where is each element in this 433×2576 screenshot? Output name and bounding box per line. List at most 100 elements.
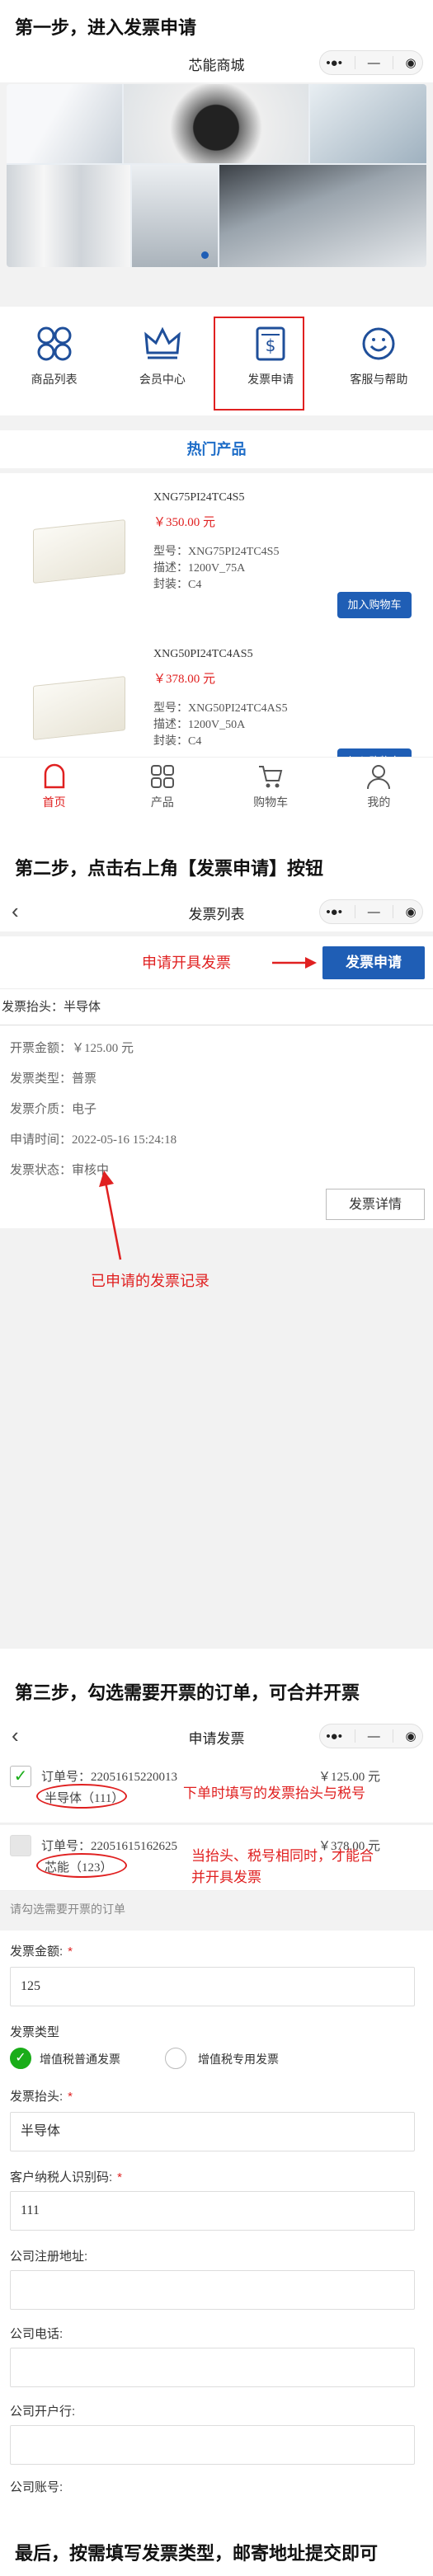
arrow-right-icon: [272, 957, 317, 969]
navbar: ‹ 发票列表 •●• — ◉: [0, 890, 433, 931]
invoice-type: 发票类型：普票: [10, 1072, 97, 1086]
product-image: [33, 676, 125, 740]
crown-icon: [144, 326, 181, 359]
screen-apply-invoice: ‹ 申请发票 •●• — ◉ ✓ 订单号：22051615220013 ￥125…: [0, 1715, 433, 2547]
address-input[interactable]: [10, 2270, 415, 2310]
step3-title: 第三步，勾选需要开票的订单，可合并开票: [15, 1683, 360, 1704]
phone-label: 公司电话:: [10, 2327, 64, 2341]
bank-label: 公司开户行:: [10, 2405, 76, 2419]
order-item[interactable]: 订单号：22051615162625 ￥378.00 元 芯能（123） 当抬头…: [0, 1825, 433, 1891]
tab-home[interactable]: 首页: [0, 758, 108, 816]
close-icon[interactable]: ◉: [405, 904, 416, 919]
banner-image: [310, 84, 426, 163]
amount-input[interactable]: 125: [10, 1967, 415, 2006]
product-package: 封装：C4: [153, 579, 202, 591]
annotation-title-tax: 下单时填写的发票抬头与税号: [183, 1785, 365, 1802]
apply-bar: 申请开具发票 发票申请: [0, 936, 433, 989]
minimize-icon[interactable]: —: [368, 905, 380, 919]
head-label: 发票抬头: *: [10, 2090, 73, 2104]
product-price: ￥350.00 元: [153, 516, 216, 529]
menu-label: 客服与帮助: [350, 373, 408, 386]
section-hot-products: 热门产品: [0, 430, 433, 468]
more-icon[interactable]: •●•: [326, 905, 342, 919]
product-price: ￥378.00 元: [153, 673, 216, 686]
highlight-ellipse: [36, 1784, 127, 1809]
tab-bar: 首页 产品 购物车 我的: [0, 757, 433, 816]
menu-label: 商品列表: [31, 373, 78, 386]
step4-title: 最后，按需填写发票类型，邮寄地址提交即可: [15, 2544, 379, 2564]
add-to-cart-button[interactable]: 加入购物车: [337, 592, 412, 618]
product-desc: 描述：1200V_75A: [153, 562, 246, 575]
miniapp-capsule[interactable]: •●• — ◉: [319, 1724, 423, 1748]
miniapp-capsule[interactable]: •●• — ◉: [319, 899, 423, 924]
tab-label: 产品: [150, 795, 174, 809]
product-desc: 描述：1200V_50A: [153, 719, 246, 731]
tab-cart[interactable]: 购物车: [217, 758, 325, 816]
highlight-ellipse: [36, 1853, 127, 1878]
bank-input[interactable]: [10, 2425, 415, 2465]
invoice-apply-button[interactable]: 发票申请: [322, 946, 425, 979]
navbar: ‹ 申请发票 •●• — ◉: [0, 1715, 433, 1756]
home-icon: [44, 763, 64, 789]
annotation-merge-line1: 当抬头、税号相同时，才能合: [191, 1848, 374, 1865]
menu-label: 会员中心: [139, 373, 186, 386]
order-checkbox[interactable]: ✓: [10, 1766, 31, 1787]
close-icon[interactable]: ◉: [405, 55, 416, 70]
tab-label: 我的: [367, 795, 391, 809]
menu-product-list[interactable]: 商品列表: [0, 307, 108, 415]
address-label: 公司注册地址:: [10, 2250, 88, 2264]
select-hint: 请勾选需要开票的订单: [10, 1903, 125, 1916]
product-image: [33, 519, 125, 584]
menu-customer-service[interactable]: 客服与帮助: [325, 307, 433, 415]
order-checkbox[interactable]: [10, 1835, 31, 1856]
account-label: 公司账号:: [10, 2480, 64, 2494]
product-title: XNG75PI24TC4S5: [153, 491, 245, 504]
minimize-icon[interactable]: —: [368, 1729, 380, 1743]
arrow-up-icon: [99, 1171, 122, 1260]
radio-special-invoice[interactable]: [165, 2048, 186, 2069]
miniapp-capsule[interactable]: •●• — ◉: [319, 50, 423, 75]
tab-label: 购物车: [253, 795, 289, 809]
cart-icon: [259, 766, 283, 788]
screen-invoice-list: ‹ 发票列表 •●• — ◉ 申请开具发票 发票申请 发票抬头：半导体 开票金额…: [0, 890, 433, 1649]
invoice-medium: 发票介质：电子: [10, 1103, 97, 1116]
tab-label: 首页: [42, 795, 66, 809]
order-number: 订单号：22051615162625: [41, 1840, 178, 1853]
head-input[interactable]: 半导体: [10, 2112, 415, 2151]
banner-image: [7, 165, 130, 267]
invoice-form: 发票金额: * 125 发票类型 ✓ 增值税普通发票 增值税专用发票 发票抬头: *…: [0, 1931, 433, 2547]
tab-mine[interactable]: 我的: [325, 758, 433, 816]
step2-title: 第二步，点击右上角【发票申请】按钮: [15, 859, 324, 880]
phone-input[interactable]: [10, 2348, 415, 2387]
navbar: 芯能商城 •●• — ◉: [0, 41, 433, 82]
product-model: 型号：XNG75PI24TC4S5: [153, 546, 280, 558]
annotation-record: 已申请的发票记录: [91, 1273, 209, 1290]
order-number: 订单号：22051615220013: [41, 1771, 178, 1784]
invoice-time: 申请时间：2022-05-16 15:24:18: [10, 1133, 177, 1147]
banner-carousel[interactable]: [7, 84, 426, 267]
minimize-icon[interactable]: —: [368, 56, 380, 70]
more-icon[interactable]: •●•: [326, 56, 342, 70]
product-package: 封装：C4: [153, 735, 202, 748]
radio-special-label: 增值税专用发票: [198, 2053, 279, 2066]
invoice-detail-button[interactable]: 发票详情: [326, 1189, 425, 1220]
highlight-box: [214, 317, 304, 411]
step1-title: 第一步，进入发票申请: [15, 18, 197, 39]
annotation-apply: 申请开具发票: [142, 955, 231, 972]
invoice-record-card[interactable]: 发票抬头：半导体 开票金额：￥125.00 元 发票类型：普票 发票介质：电子 …: [0, 989, 433, 1228]
carousel-dot[interactable]: [201, 251, 209, 259]
close-icon[interactable]: ◉: [405, 1729, 416, 1743]
product-title: XNG50PI24TC4AS5: [153, 648, 253, 660]
order-item[interactable]: ✓ 订单号：22051615220013 ￥125.00 元 半导体（111） …: [0, 1756, 433, 1823]
smile-icon: [362, 327, 395, 360]
invoice-amount: 开票金额：￥125.00 元: [10, 1042, 134, 1055]
product-model: 型号：XNG50PI24TC4AS5: [153, 702, 288, 715]
menu-member-center[interactable]: 会员中心: [108, 307, 216, 415]
more-icon[interactable]: •●•: [326, 1729, 342, 1743]
radio-normal-invoice[interactable]: ✓: [10, 2048, 31, 2069]
user-icon: [367, 765, 391, 790]
tab-products[interactable]: 产品: [108, 758, 216, 816]
invoice-head: 发票抬头：半导体: [0, 989, 433, 1025]
tax-input[interactable]: 111: [10, 2191, 415, 2231]
type-label: 发票类型: [10, 2025, 60, 2039]
